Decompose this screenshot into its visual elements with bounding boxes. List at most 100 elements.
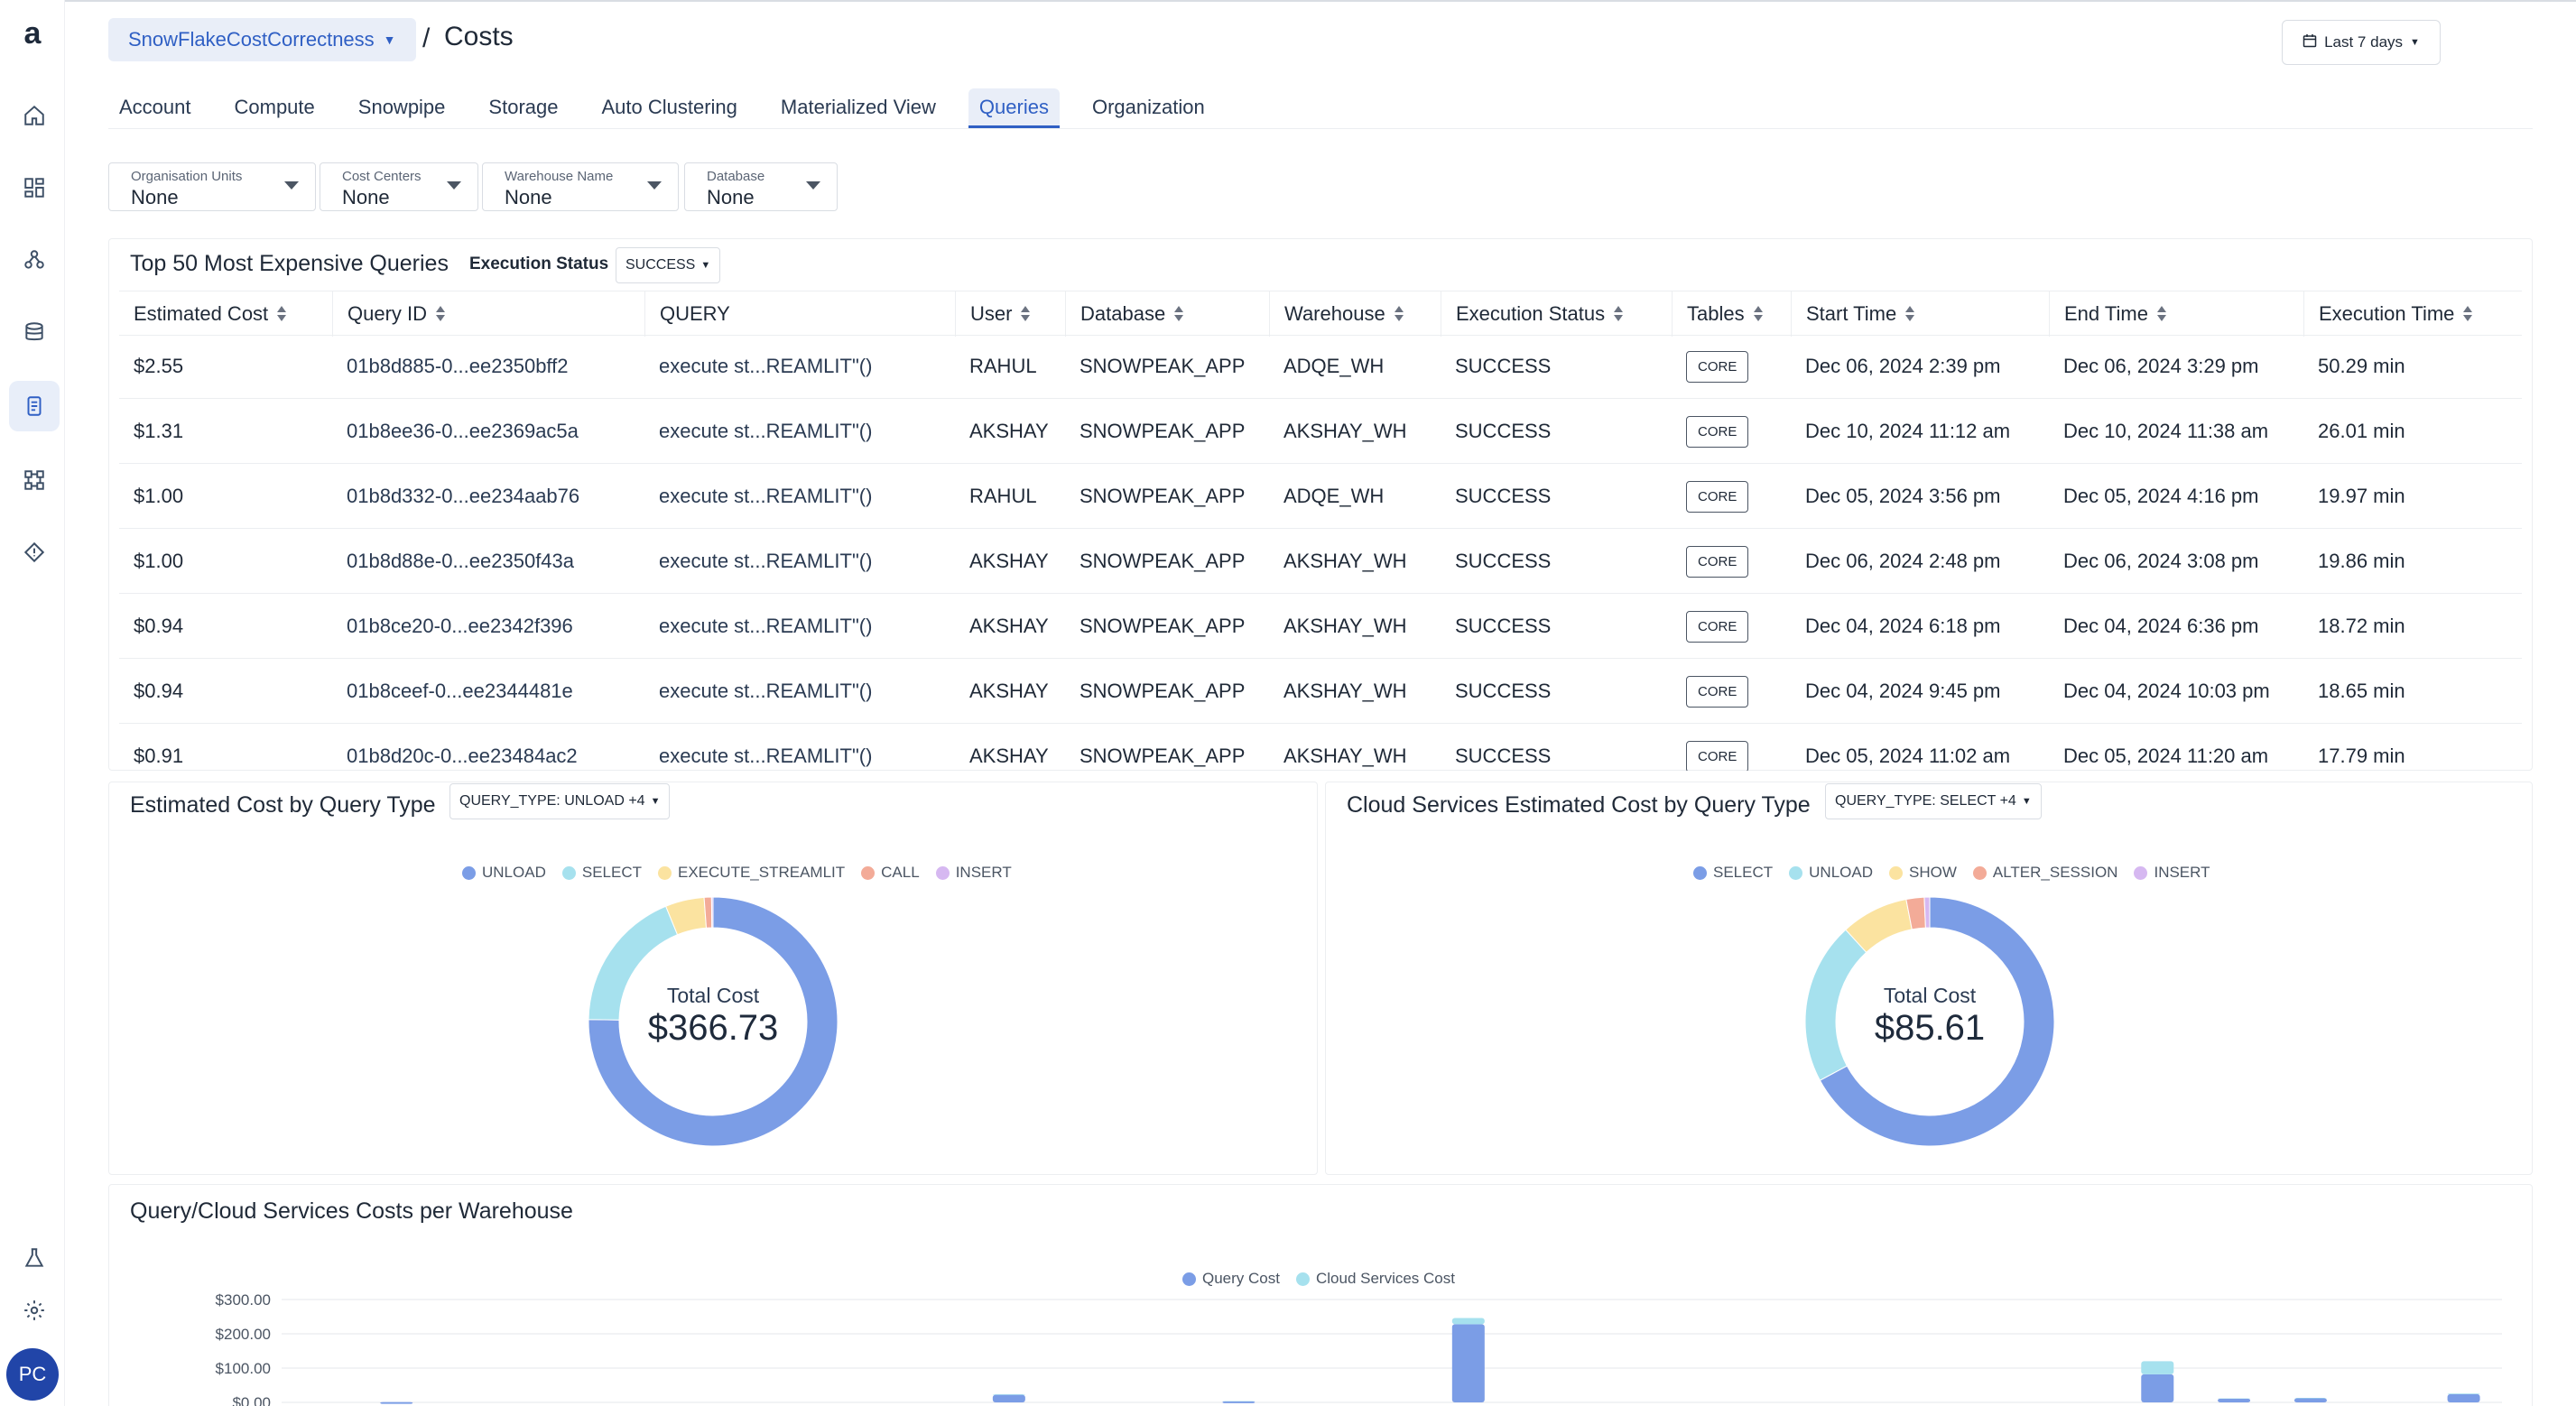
bar-query-cost[interactable] [2447, 1393, 2480, 1402]
table-row[interactable]: $1.00 01b8d88e-0...ee2350f43a execute st..… [119, 529, 2522, 594]
diamond-icon[interactable] [9, 527, 60, 578]
column-header[interactable]: User [955, 291, 1065, 337]
cost-icon[interactable] [9, 381, 60, 431]
table-row[interactable]: $1.31 01b8ee36-0...ee2369ac5a execute st..… [119, 399, 2522, 464]
database-icon[interactable] [9, 307, 60, 357]
table-row[interactable]: $2.55 01b8d885-0...ee2350bff2 execute st..… [119, 334, 2522, 399]
data-graph-icon[interactable] [9, 235, 60, 285]
tab-materialized-view[interactable]: Materialized View [770, 88, 947, 128]
legend-item[interactable]: ALTER_SESSION [1972, 864, 2117, 882]
table-tag[interactable]: CORE [1686, 415, 1749, 448]
column-header[interactable]: Warehouse [1269, 291, 1441, 337]
table-tag[interactable]: CORE [1686, 350, 1749, 383]
legend-item[interactable]: UNLOAD [462, 864, 546, 882]
column-header[interactable]: Start Time [1791, 291, 2049, 337]
sort-icon[interactable] [2156, 306, 2166, 322]
column-header[interactable]: Database [1065, 291, 1269, 337]
table-row[interactable]: $0.94 01b8ce20-0...ee2342f396 execute st..… [119, 594, 2522, 659]
dashboard-icon[interactable] [9, 162, 60, 213]
legend-swatch [1295, 1272, 1310, 1286]
bar-cloud-services-cost[interactable] [2447, 1393, 2480, 1394]
column-header[interactable]: Estimated Cost [119, 291, 332, 337]
bar-cloud-services-cost[interactable] [1451, 1318, 1485, 1325]
filter-cost-centers[interactable]: Cost Centers None [320, 162, 478, 211]
table-cell: AKSHAY_WH [1283, 680, 1407, 702]
column-header[interactable]: Query ID [332, 291, 644, 337]
sort-icon[interactable] [1174, 306, 1184, 322]
bar-query-cost[interactable] [1451, 1324, 1485, 1402]
cloud-query-type-select[interactable]: QUERY_TYPE: SELECT +4 ▼ [1825, 783, 2042, 819]
table-cell: AKSHAY [969, 680, 1049, 702]
legend-item[interactable]: Cloud Services Cost [1295, 1270, 1455, 1288]
legend-item[interactable]: SELECT [1693, 864, 1773, 882]
filter-organisation-units[interactable]: Organisation Units None [108, 162, 316, 211]
bar-query-cost[interactable] [380, 1401, 413, 1404]
table-row[interactable]: $0.94 01b8ceef-0...ee2344481e execute st..… [119, 659, 2522, 724]
table-cell: RAHUL [969, 355, 1037, 377]
sort-icon[interactable] [1021, 306, 1031, 322]
bar-cloud-services-cost[interactable] [992, 1393, 1025, 1395]
app-logo[interactable]: a [18, 18, 47, 49]
sort-icon[interactable] [436, 306, 446, 322]
legend-item[interactable]: INSERT [935, 864, 1012, 882]
execution-status-select[interactable]: SUCCESS ▼ [616, 247, 721, 283]
query-type-select[interactable]: QUERY_TYPE: UNLOAD +4 ▼ [449, 783, 671, 819]
legend-item[interactable]: SHOW [1889, 864, 1957, 882]
tab-compute[interactable]: Compute [224, 88, 326, 128]
filter-label: Organisation Units [131, 169, 243, 184]
legend-item[interactable]: CALL [861, 864, 920, 882]
legend-item[interactable]: EXECUTE_STREAMLIT [658, 864, 845, 882]
sort-icon[interactable] [2463, 306, 2473, 322]
column-header[interactable]: End Time [2049, 291, 2303, 337]
bar-query-cost[interactable] [2293, 1398, 2327, 1402]
table-cell: execute st...REAMLIT"() [659, 680, 873, 702]
bar-query-cost[interactable] [2218, 1398, 2251, 1402]
tab-auto-clustering[interactable]: Auto Clustering [590, 88, 747, 128]
sort-icon[interactable] [1394, 306, 1404, 322]
filter-database[interactable]: Database None [684, 162, 838, 211]
column-header[interactable]: Tables [1672, 291, 1791, 337]
tab-organization[interactable]: Organization [1081, 88, 1216, 128]
table-cell: SUCCESS [1455, 550, 1552, 572]
bar-query-cost[interactable] [2141, 1374, 2174, 1402]
tab-storage[interactable]: Storage [477, 88, 569, 128]
donut-slice-insert[interactable] [710, 896, 714, 929]
table-row[interactable]: $1.00 01b8d332-0...ee234aab76 execute st..… [119, 464, 2522, 529]
home-icon[interactable] [9, 90, 60, 141]
table-row[interactable]: $0.91 01b8d20c-0...ee23484ac2 execute st..… [119, 724, 2522, 771]
column-header[interactable]: Execution Status [1441, 291, 1672, 337]
tab-snowpipe[interactable]: Snowpipe [347, 88, 457, 128]
table-tag[interactable]: CORE [1686, 480, 1749, 513]
legend-item[interactable]: SELECT [561, 864, 642, 882]
pipeline-icon[interactable] [9, 455, 60, 505]
legend-item[interactable]: Query Cost [1182, 1270, 1280, 1288]
table-body[interactable]: $2.55 01b8d885-0...ee2350bff2 execute st..… [110, 334, 2533, 771]
user-avatar[interactable]: PC [6, 1348, 59, 1401]
donut-slice-insert[interactable] [1923, 896, 1931, 929]
sort-icon[interactable] [1614, 306, 1624, 322]
table-tag[interactable]: CORE [1686, 610, 1749, 643]
sort-icon[interactable] [1905, 306, 1915, 322]
date-range-picker[interactable]: Last 7 days ▼ [2282, 20, 2441, 65]
filter-label: Cost Centers [342, 169, 422, 184]
legend-item[interactable]: INSERT [2134, 864, 2210, 882]
bar-cloud-services-cost[interactable] [2141, 1361, 2174, 1374]
bar-query-cost[interactable] [1222, 1401, 1256, 1403]
filter-warehouse-name[interactable]: Warehouse Name None [482, 162, 679, 211]
sort-icon[interactable] [1753, 306, 1763, 322]
table-cell: 26.01 min [2318, 420, 2405, 442]
settings-icon[interactable] [9, 1285, 60, 1336]
bar-query-cost[interactable] [992, 1394, 1025, 1402]
table-tag[interactable]: CORE [1686, 545, 1749, 578]
tab-queries[interactable]: Queries [968, 88, 1060, 128]
legend-swatch [935, 865, 950, 880]
table-tag[interactable]: CORE [1686, 740, 1749, 771]
y-tick-label: $200.00 [216, 1326, 271, 1343]
legend-item[interactable]: UNLOAD [1789, 864, 1873, 882]
column-header[interactable]: Execution Time [2303, 291, 2522, 337]
project-selector[interactable]: SnowFlakeCostCorrectness ▼ [108, 18, 416, 61]
tab-account[interactable]: Account [108, 88, 202, 128]
sort-icon[interactable] [277, 306, 287, 322]
table-tag[interactable]: CORE [1686, 675, 1749, 708]
flask-icon[interactable] [9, 1233, 60, 1283]
